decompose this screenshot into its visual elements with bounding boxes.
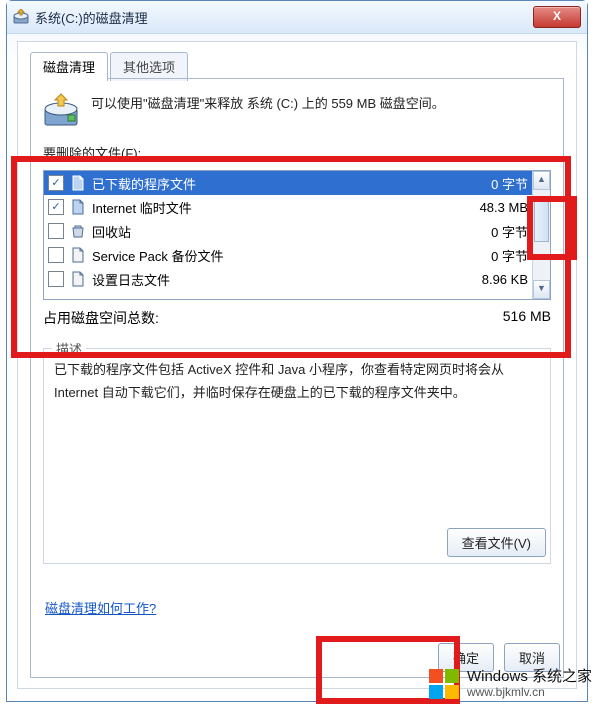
file-size: 0 字节 [438, 174, 532, 193]
tab-panel: 可以使用"磁盘清理"来释放 系统 (C:) 上的 559 MB 磁盘空间。 要删… [30, 78, 564, 678]
file-type-icon [70, 247, 86, 263]
window-title: 系统(C:)的磁盘清理 [35, 8, 148, 27]
title-bar: 系统(C:)的磁盘清理 X [7, 1, 587, 34]
intro-row: 可以使用"磁盘清理"来释放 系统 (C:) 上的 559 MB 磁盘空间。 [43, 93, 551, 129]
total-row: 占用磁盘空间总数: 516 MB [43, 308, 551, 328]
tab-more-options[interactable]: 其他选项 [110, 52, 188, 81]
description-text: 已下载的程序文件包括 ActiveX 控件和 Java 小程序，你查看特定网页时… [54, 359, 540, 405]
windows-logo-icon [427, 667, 461, 701]
total-label: 占用磁盘空间总数: [43, 308, 461, 328]
scrollbar[interactable]: ▲ ▼ [532, 171, 550, 299]
intro-text: 可以使用"磁盘清理"来释放 系统 (C:) 上的 559 MB 磁盘空间。 [91, 93, 445, 115]
disk-large-icon [43, 93, 79, 129]
client-area: 磁盘清理 其他选项 可以使用"磁盘清理"来释放 系统 (C:) 上的 559 M… [17, 41, 577, 689]
file-name: 设置日志文件 [92, 270, 438, 289]
file-name: Service Pack 备份文件 [92, 246, 438, 265]
file-row[interactable]: 设置日志文件8.96 KB [44, 267, 532, 291]
files-to-delete-label: 要删除的文件(F): [43, 143, 551, 162]
file-size: 48.3 MB [438, 200, 532, 215]
file-row[interactable]: Internet 临时文件48.3 MB [44, 195, 532, 219]
file-checkbox[interactable] [48, 271, 64, 287]
file-size: 0 字节 [438, 222, 532, 241]
file-checkbox[interactable] [48, 175, 64, 191]
file-name: 回收站 [92, 222, 438, 241]
file-size: 0 字节 [438, 246, 532, 265]
watermark: Windows 系统之家 www.bjkmlv.cn [427, 667, 592, 701]
file-row[interactable]: 已下载的程序文件0 字节 [44, 171, 532, 195]
total-value: 516 MB [461, 308, 551, 328]
file-type-icon [70, 175, 86, 191]
file-row[interactable]: 回收站0 字节 [44, 219, 532, 243]
scroll-thumb[interactable] [534, 196, 549, 242]
scroll-down-button[interactable]: ▼ [533, 280, 550, 299]
dialog-window: 系统(C:)的磁盘清理 X 磁盘清理 其他选项 可以使用"磁盘清理"来释放 系统… [6, 0, 588, 702]
tab-disk-cleanup[interactable]: 磁盘清理 [30, 52, 108, 81]
file-type-icon [70, 223, 86, 239]
file-size: 8.96 KB [438, 272, 532, 287]
file-checkbox[interactable] [48, 199, 64, 215]
close-button[interactable]: X [533, 6, 581, 28]
description-group-title: 描述 [52, 339, 86, 358]
scroll-up-button[interactable]: ▲ [533, 171, 550, 190]
file-type-icon [70, 271, 86, 287]
disk-cleanup-icon [13, 9, 29, 25]
file-row[interactable]: Service Pack 备份文件0 字节 [44, 243, 532, 267]
tab-strip: 磁盘清理 其他选项 [30, 52, 190, 81]
view-files-button[interactable]: 查看文件(V) [447, 528, 546, 557]
files-listbox[interactable]: 已下载的程序文件0 字节Internet 临时文件48.3 MB回收站0 字节S… [43, 170, 551, 300]
file-name: Internet 临时文件 [92, 198, 438, 217]
file-type-icon [70, 199, 86, 215]
description-group: 描述 已下载的程序文件包括 ActiveX 控件和 Java 小程序，你查看特定… [43, 348, 551, 564]
file-name: 已下载的程序文件 [92, 174, 438, 193]
file-checkbox[interactable] [48, 247, 64, 263]
how-it-works-link[interactable]: 磁盘清理如何工作? [45, 598, 156, 617]
watermark-text: Windows 系统之家 www.bjkmlv.cn [467, 668, 592, 699]
file-checkbox[interactable] [48, 223, 64, 239]
